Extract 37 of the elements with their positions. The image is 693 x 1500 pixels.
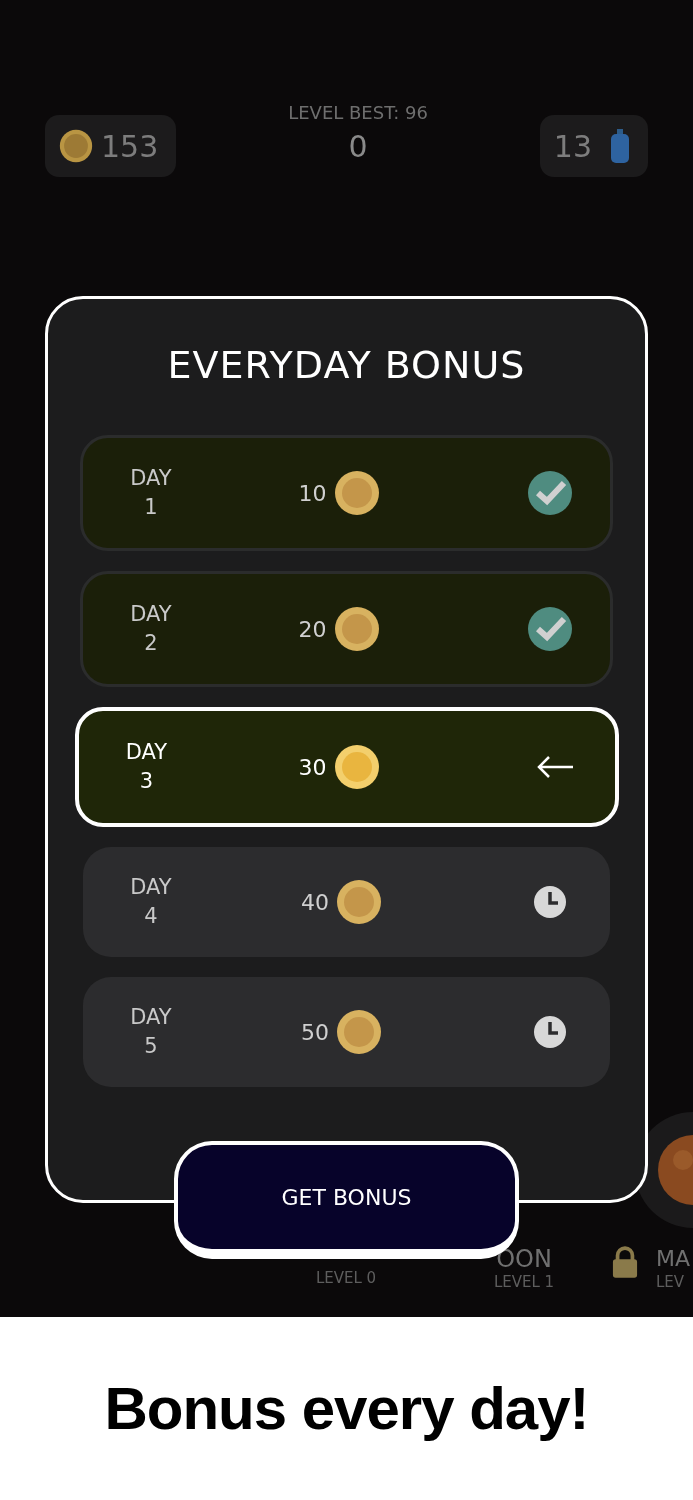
- day-row[interactable]: DAY 2 20: [80, 571, 613, 687]
- level-best-label: LEVEL BEST: 96: [288, 102, 428, 123]
- day-row[interactable]: DAY 1 10: [80, 435, 613, 551]
- dialog-title: EVERYDAY BONUS: [166, 343, 527, 387]
- check-icon: [528, 607, 572, 651]
- clock-icon: [533, 885, 567, 919]
- coin-icon: [334, 745, 379, 789]
- coin-icon: [337, 880, 381, 924]
- day-label: DAY 3: [124, 739, 169, 795]
- coin-icon: [59, 129, 93, 163]
- check-icon: [528, 471, 572, 515]
- planet-level: LEVEL 0: [315, 1268, 377, 1288]
- coin-amount: 40: [301, 889, 329, 915]
- day-label: DAY 4: [129, 874, 173, 930]
- coin-icon: [334, 607, 379, 651]
- coin-amount: 10: [298, 480, 327, 506]
- score-value: 0: [348, 129, 368, 164]
- day-label: DAY 5: [129, 1004, 173, 1060]
- day-row[interactable]: DAY 5 50: [83, 977, 610, 1087]
- coin-count: 153: [101, 128, 159, 164]
- gas-tank-icon: [610, 129, 630, 163]
- coin-amount: 50: [301, 1019, 329, 1045]
- planet-level: LEV: [656, 1272, 685, 1292]
- day-label: DAY 2: [129, 601, 173, 657]
- caption: Bonus every day!: [104, 1374, 589, 1443]
- planet-level: LEVEL 1: [493, 1272, 555, 1292]
- clock-icon: [533, 1015, 567, 1049]
- day-row[interactable]: DAY 3 30: [74, 707, 619, 827]
- lock-icon: [612, 1246, 638, 1278]
- planet-name: MA: [656, 1246, 691, 1272]
- coin-amount: 20: [298, 616, 327, 642]
- day-row[interactable]: DAY 4 40: [83, 847, 610, 957]
- oxygen-count: 13: [553, 128, 592, 164]
- coin-icon: [337, 1010, 381, 1054]
- day-label: DAY 1: [129, 465, 173, 521]
- coin-icon: [334, 471, 379, 515]
- coin-amount: 30: [298, 754, 327, 780]
